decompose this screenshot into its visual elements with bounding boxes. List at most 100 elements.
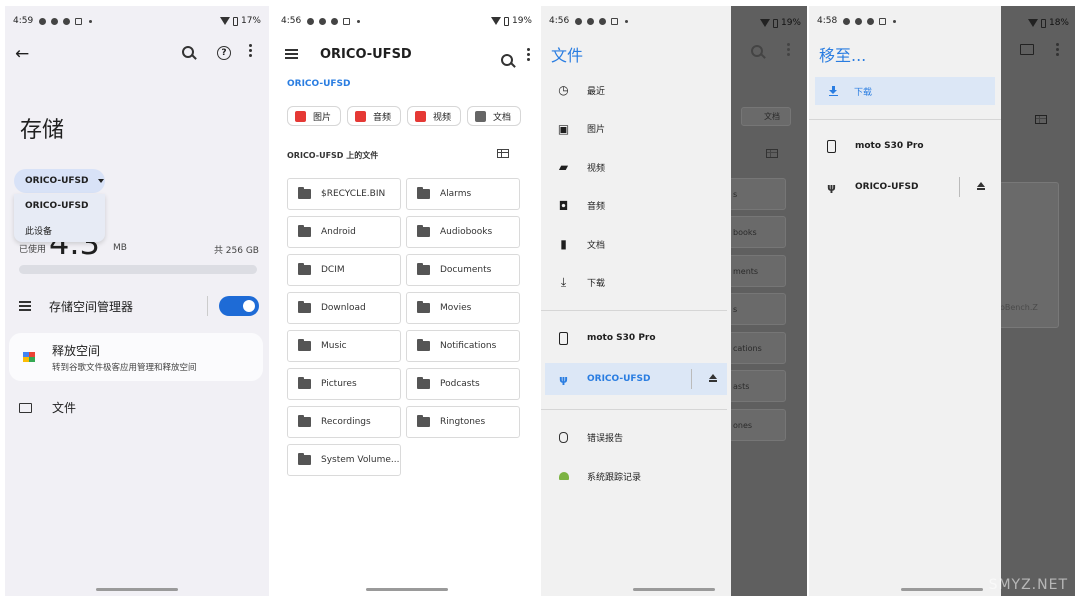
status-time: 4:58 — [817, 16, 838, 26]
hamburger-menu-icon[interactable] — [285, 49, 298, 59]
filter-chip[interactable]: 图片 — [287, 106, 342, 126]
help-icon[interactable]: ? — [217, 46, 231, 60]
free-up-subtitle: 转到谷歌文件极客应用管理和释放空间 — [52, 362, 197, 373]
folder-item[interactable]: Recordings — [287, 406, 401, 438]
view-toggle-icon[interactable] — [497, 149, 509, 158]
drawer-item[interactable]: ▣ 图片 — [545, 113, 727, 145]
files-row[interactable]: 文件 — [19, 399, 76, 416]
filter-chip[interactable]: 文档 — [467, 106, 522, 126]
drawer-item-label: 系统跟踪记录 — [587, 472, 642, 483]
folder-item[interactable]: Movies — [406, 292, 520, 324]
gesture-nav-bar[interactable] — [633, 588, 715, 591]
video-icon — [415, 110, 427, 122]
eject-icon[interactable] — [709, 374, 717, 382]
drawer-item-download[interactable]: 下载 — [815, 77, 995, 105]
menu-item-orico[interactable]: ORICO-UFSD — [14, 194, 105, 218]
folder-item[interactable]: $RECYCLE.BIN — [287, 178, 401, 210]
folder-item[interactable]: Audiobooks — [406, 216, 520, 248]
folder-icon — [417, 339, 430, 351]
free-up-space-card[interactable]: 释放空间 转到谷歌文件极客应用管理和释放空间 — [9, 333, 263, 381]
wifi-icon — [1027, 19, 1038, 27]
folder-icon — [19, 402, 32, 413]
folder-name: Notifications — [440, 341, 497, 351]
folder-name: DCIM — [321, 265, 345, 275]
filter-chips: 图片 音频 视频 文档 — [287, 106, 522, 126]
screenshot-collage: 4:59 17% ← ? 存储 4.3 已使用 MB 共 256 GB ORIC… — [0, 0, 1080, 601]
gesture-nav-bar[interactable] — [901, 588, 983, 591]
usb-icon: ψ — [559, 372, 568, 386]
more-options-icon — [1055, 43, 1059, 56]
folder-item[interactable]: Podcasts — [406, 368, 520, 400]
battery-level: 19% — [780, 18, 801, 28]
files-label: 文件 — [52, 401, 77, 415]
back-arrow-icon[interactable]: ← — [15, 44, 29, 64]
folder-icon — [298, 263, 311, 275]
notification-icon — [855, 17, 863, 25]
drawer-item-label: 错误报告 — [587, 433, 624, 444]
folder-item[interactable]: Music — [287, 330, 401, 362]
folder-name: Podcasts — [440, 379, 480, 389]
storage-manager-toggle[interactable] — [219, 296, 259, 316]
drawer-item[interactable]: ◷ 最近 — [545, 74, 727, 106]
watermark: SMYZ.NET — [988, 577, 1068, 593]
drawer-title: 移至... — [819, 46, 867, 65]
drawer-item[interactable]: ⤓ 下载 — [545, 267, 727, 299]
drawer-item-system-tracing[interactable]: 系统跟踪记录 — [545, 460, 727, 492]
status-time: 4:56 — [549, 16, 570, 26]
eject-icon[interactable] — [977, 182, 985, 190]
drawer-item-moto-s30-pro[interactable]: moto S30 Pro — [545, 322, 727, 354]
app-bar: ORICO-UFSD — [285, 42, 530, 66]
more-options-icon[interactable] — [526, 47, 530, 61]
filter-chip-label: 图片 — [313, 112, 332, 123]
storage-device-dropdown[interactable]: ORICO-UFSD — [14, 169, 105, 193]
divider — [541, 310, 727, 311]
app-icon — [879, 17, 887, 25]
drawer-item-orico-ufsd[interactable]: ψ ORICO-UFSD — [813, 171, 995, 203]
drawer-item-moto-s30-pro[interactable]: moto S30 Pro — [813, 130, 995, 162]
drawer-item[interactable]: ◘ 音频 — [545, 190, 727, 222]
document-icon — [475, 110, 487, 122]
folder-item[interactable]: Android — [287, 216, 401, 248]
filter-chip[interactable]: 视频 — [407, 106, 462, 126]
folder-item[interactable]: Notifications — [406, 330, 520, 362]
more-notifications-icon — [893, 19, 897, 23]
folder-item[interactable]: Pictures — [287, 368, 401, 400]
drawer-item[interactable]: ▰ 视频 — [545, 151, 727, 183]
folder-item[interactable]: Documents — [406, 254, 520, 286]
gesture-nav-bar[interactable] — [365, 588, 448, 591]
image-icon: ▣ — [557, 121, 570, 136]
used-label: 已使用 — [19, 245, 47, 255]
ghost-row: cations — [729, 332, 786, 364]
phone-icon — [557, 331, 570, 345]
audio-icon — [355, 110, 367, 122]
filter-chip[interactable]: 音频 — [347, 106, 402, 126]
divider — [959, 177, 960, 197]
folder-item[interactable]: System Volume... — [287, 444, 401, 476]
folder-item[interactable]: Ringtones — [406, 406, 520, 438]
folder-item[interactable]: Alarms — [406, 178, 520, 210]
drawer-item-orico-ufsd[interactable]: ψ ORICO-UFSD — [545, 363, 727, 395]
menu-item-this-device[interactable]: 此设备 — [14, 218, 105, 242]
folder-icon — [298, 415, 311, 427]
drawer-item-bug-report[interactable]: 错误报告 — [545, 421, 727, 453]
folder-icon — [417, 415, 430, 427]
drawer-item-label: 视频 — [587, 163, 606, 174]
drawer-item[interactable]: ▮ 文档 — [545, 228, 727, 260]
notification-icon — [319, 17, 327, 25]
gesture-nav-bar[interactable] — [96, 588, 178, 591]
drawer-scrim[interactable]: oBench.Z — [999, 6, 1075, 596]
list-icon — [19, 301, 31, 311]
drawer-scrim[interactable]: 文档 s books ments s cations asts ones — [729, 6, 807, 596]
storage-manager-row[interactable]: 存储空间管理器 — [19, 296, 259, 316]
status-bar: 4:59 17% — [5, 6, 269, 36]
folder-item[interactable]: Download — [287, 292, 401, 324]
folder-grid: $RECYCLE.BIN Alarms Android Audiobooks DCIM D… — [287, 178, 520, 476]
files-by-google-icon — [23, 351, 36, 363]
battery-icon — [503, 16, 509, 26]
app-icon — [75, 17, 83, 25]
folder-item[interactable]: DCIM — [287, 254, 401, 286]
breadcrumb[interactable]: ORICO-UFSD — [287, 79, 351, 89]
more-options-icon[interactable] — [248, 44, 252, 57]
clock-icon: ◷ — [558, 83, 569, 97]
storage-manager-label: 存储空间管理器 — [49, 299, 134, 314]
